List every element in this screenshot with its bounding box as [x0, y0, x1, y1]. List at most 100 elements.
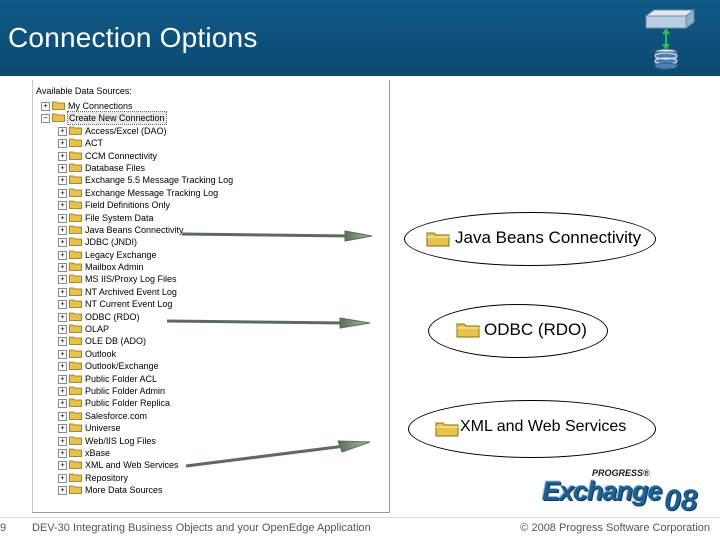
folder-icon: [69, 485, 82, 495]
tree-item[interactable]: + ODBC (RDO): [33, 311, 383, 323]
tree-item-label: Access/Excel (DAO): [85, 125, 167, 136]
folder-icon: [69, 275, 82, 284]
expand-icon[interactable]: +: [58, 362, 67, 372]
folder-icon: [69, 436, 82, 445]
tree-item[interactable]: + Web/IIS Log Files: [33, 435, 383, 447]
expand-icon[interactable]: +: [58, 411, 67, 421]
folder-icon: [69, 138, 82, 148]
tree-item-label: My Connections: [68, 101, 133, 111]
tree-item[interactable]: + Database Files: [33, 162, 383, 174]
expand-icon[interactable]: +: [58, 250, 67, 260]
expand-icon[interactable]: +: [58, 337, 67, 347]
expand-icon[interactable]: +: [58, 201, 67, 211]
folder-icon: [69, 423, 82, 433]
expand-icon[interactable]: +: [58, 275, 67, 285]
folder-icon: [69, 398, 82, 408]
tree-item[interactable]: + OLE DB (ADO): [33, 335, 383, 347]
tree-item[interactable]: + Java Beans Connectivity: [33, 224, 383, 236]
tree-item[interactable]: + Public Folder Replica: [33, 397, 383, 409]
tree-item[interactable]: + Mailbox Admin: [33, 261, 383, 273]
tree-item[interactable]: + CCM Connectivity: [33, 150, 383, 162]
expand-icon[interactable]: +: [58, 349, 67, 359]
tree-item[interactable]: + File System Data: [33, 212, 383, 224]
expand-icon[interactable]: +: [58, 461, 67, 471]
collapse-icon[interactable]: −: [41, 114, 50, 124]
expand-icon[interactable]: +: [58, 126, 67, 136]
expand-icon[interactable]: +: [58, 374, 67, 384]
expand-icon[interactable]: +: [58, 436, 67, 446]
folder-icon: [69, 175, 82, 185]
folder-icon: [69, 250, 82, 259]
slide-title: Connection Options: [8, 22, 258, 53]
tree-item-label: Exchange Message Tracking Log: [85, 187, 219, 198]
expand-icon[interactable]: +: [58, 163, 67, 173]
tree-item[interactable]: + NT Archived Event Log: [33, 286, 383, 298]
expand-icon[interactable]: +: [58, 473, 67, 483]
expand-icon[interactable]: +: [58, 139, 67, 149]
expand-icon[interactable]: +: [58, 225, 67, 235]
tree-item[interactable]: + Universe: [33, 422, 383, 434]
tree-item-label: XML and Web Services: [85, 460, 179, 471]
expand-icon[interactable]: +: [58, 263, 67, 273]
expand-icon[interactable]: +: [58, 188, 67, 198]
tree-item-label: Java Beans Connectivity: [85, 224, 184, 235]
folder-icon: [69, 448, 82, 457]
folder-icon: [69, 349, 82, 358]
tree-item[interactable]: + Repository: [33, 472, 383, 484]
folder-icon: [69, 411, 82, 420]
folder-icon: [69, 126, 82, 135]
tree-item-label: Universe: [85, 423, 121, 434]
expand-icon[interactable]: +: [41, 102, 50, 111]
tree-item-label: Database Files: [85, 162, 146, 173]
tree-item[interactable]: + OLAP: [33, 323, 383, 335]
tree-item[interactable]: + Access/Excel (DAO): [33, 125, 383, 137]
tree-item-label: NT Current Event Log: [85, 299, 173, 310]
tree-item[interactable]: + More Data Sources: [33, 484, 383, 496]
tree-item[interactable]: + Field Definitions Only: [33, 199, 383, 211]
tree-item[interactable]: + Outlook: [33, 348, 383, 360]
tree-item[interactable]: + My Connections: [33, 100, 383, 112]
expand-icon[interactable]: +: [58, 312, 67, 322]
folder-icon: [426, 232, 450, 247]
tree-item[interactable]: − Create New Connection: [33, 111, 383, 126]
expand-icon[interactable]: +: [58, 176, 67, 186]
tree-item-label: OLAP: [85, 324, 110, 335]
tree-item[interactable]: + Public Folder ACL: [33, 373, 383, 385]
data-source-tree: + My Connections − Create New Connection + Ac…: [33, 100, 383, 497]
tree-item[interactable]: + Legacy Exchange: [33, 249, 383, 261]
progress-exchange-logo: PROGRESS® Exchange 08: [538, 468, 706, 520]
tree-item[interactable]: + MS IIS/Proxy Log Files: [33, 273, 383, 285]
tree-item[interactable]: + XML and Web Services: [33, 459, 383, 471]
expand-icon[interactable]: +: [58, 424, 67, 434]
folder-icon: [69, 337, 82, 346]
tree-item[interactable]: + Public Folder Admin: [33, 385, 383, 397]
folder-icon: [52, 113, 65, 123]
expand-icon[interactable]: +: [58, 486, 67, 496]
tree-item[interactable]: + NT Current Event Log: [33, 298, 383, 310]
tree-item[interactable]: + xBase: [33, 447, 383, 459]
tree-item-label: ACT: [85, 138, 103, 149]
tree-item[interactable]: + Outlook/Exchange: [33, 360, 383, 372]
tree-item-label: Exchange 5.5 Message Tracking Log: [85, 175, 234, 186]
panel-title: Available Data Sources:: [36, 86, 132, 96]
expand-icon[interactable]: +: [58, 238, 67, 248]
expand-icon[interactable]: +: [58, 300, 67, 310]
tree-item-label: Public Folder Admin: [85, 385, 166, 396]
expand-icon[interactable]: +: [58, 287, 67, 297]
expand-icon[interactable]: +: [58, 386, 67, 396]
expand-icon[interactable]: +: [58, 448, 67, 458]
expand-icon[interactable]: +: [58, 213, 67, 223]
tree-item-label: Public Folder Replica: [85, 398, 171, 409]
tree-item[interactable]: + Salesforce.com: [33, 410, 383, 422]
folder-icon: [69, 237, 82, 247]
tree-item-label: Outlook: [85, 348, 117, 359]
logo-word: Exchange: [542, 476, 663, 506]
folder-icon: [69, 213, 82, 222]
tree-item[interactable]: + JDBC (JNDI): [33, 236, 383, 248]
expand-icon[interactable]: +: [58, 151, 67, 161]
tree-item[interactable]: + Exchange 5.5 Message Tracking Log: [33, 174, 383, 186]
tree-item[interactable]: + Exchange Message Tracking Log: [33, 187, 383, 199]
expand-icon[interactable]: +: [58, 325, 67, 335]
tree-item[interactable]: + ACT: [33, 137, 383, 149]
expand-icon[interactable]: +: [58, 399, 67, 409]
